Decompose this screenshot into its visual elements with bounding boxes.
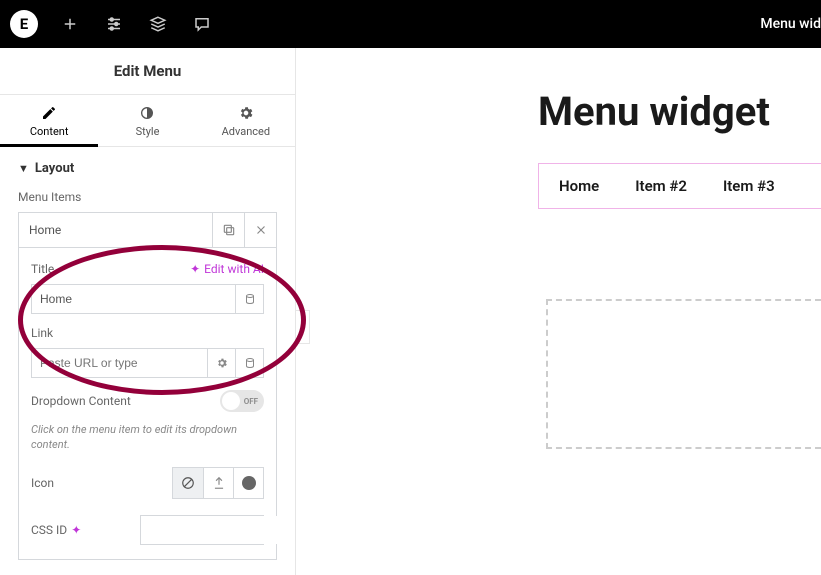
- tab-style[interactable]: Style: [98, 95, 196, 146]
- dropdown-content-label: Dropdown Content: [31, 394, 131, 408]
- topbar: E Menu wid: [0, 0, 821, 48]
- title-input[interactable]: [32, 285, 235, 313]
- icon-library-button[interactable]: [233, 468, 263, 498]
- menu-item-subpanel: Title ✦ Edit with AI Link: [18, 248, 277, 560]
- caret-down-icon: ▼: [18, 162, 29, 175]
- panel-body: ▼ Layout Menu Items Home Title ✦ Edit wi…: [0, 147, 295, 575]
- comment-icon[interactable]: [180, 0, 224, 48]
- icon-none-button[interactable]: [173, 468, 203, 498]
- structure-icon[interactable]: [136, 0, 180, 48]
- elementor-logo[interactable]: E: [0, 0, 48, 48]
- panel-collapse-handle[interactable]: ‹: [296, 310, 310, 344]
- menu-preview-item[interactable]: Home: [559, 177, 599, 195]
- title-input-row: [31, 284, 264, 314]
- preview-canvas: Menu widget Home Item #2 Item #3: [310, 48, 821, 575]
- remove-item-button[interactable]: [244, 213, 276, 247]
- css-id-input[interactable]: [141, 516, 295, 544]
- menu-preview-item[interactable]: Item #2: [635, 177, 687, 195]
- edit-with-ai-link[interactable]: ✦ Edit with AI: [190, 262, 264, 276]
- editor-panel: Edit Menu Content Style Advanced ▼ Layou…: [0, 48, 296, 575]
- link-input[interactable]: [32, 349, 207, 377]
- title-label: Title: [31, 262, 54, 276]
- empty-section-placeholder[interactable]: [546, 299, 821, 449]
- panel-tabs: Content Style Advanced: [0, 94, 295, 147]
- link-dynamic-button[interactable]: [235, 349, 263, 377]
- page-heading: Menu widget: [538, 88, 821, 135]
- menu-item-label: Home: [19, 213, 212, 247]
- tab-content[interactable]: Content: [0, 95, 98, 146]
- icon-label: Icon: [31, 476, 54, 490]
- section-layout-toggle[interactable]: ▼ Layout: [18, 161, 277, 176]
- icon-upload-button[interactable]: [203, 468, 233, 498]
- link-input-row: [31, 348, 264, 378]
- menu-widget-preview[interactable]: Home Item #2 Item #3: [538, 163, 821, 209]
- dynamic-tag-button[interactable]: [235, 285, 263, 313]
- ai-sparkle-icon: ✦: [190, 262, 200, 276]
- icon-button-group: [172, 467, 264, 499]
- css-id-input-row: [140, 515, 264, 545]
- menu-preview-item[interactable]: Item #3: [723, 177, 775, 195]
- css-id-label: CSS ID ✦: [31, 523, 81, 537]
- tab-advanced[interactable]: Advanced: [197, 95, 295, 146]
- link-options-button[interactable]: [207, 349, 235, 377]
- add-element-button[interactable]: [48, 0, 92, 48]
- menu-item-row[interactable]: Home: [18, 212, 277, 248]
- dropdown-hint: Click on the menu item to edit its dropd…: [31, 422, 264, 453]
- ai-sparkle-icon: ✦: [71, 523, 81, 537]
- duplicate-item-button[interactable]: [212, 213, 244, 247]
- dropdown-content-toggle[interactable]: OFF: [220, 390, 264, 412]
- document-title: Menu wid: [760, 16, 821, 32]
- menu-items-label: Menu Items: [18, 190, 277, 204]
- link-label: Link: [31, 326, 264, 340]
- settings-icon[interactable]: [92, 0, 136, 48]
- topbar-left: E: [0, 0, 224, 48]
- panel-title: Edit Menu: [0, 48, 295, 94]
